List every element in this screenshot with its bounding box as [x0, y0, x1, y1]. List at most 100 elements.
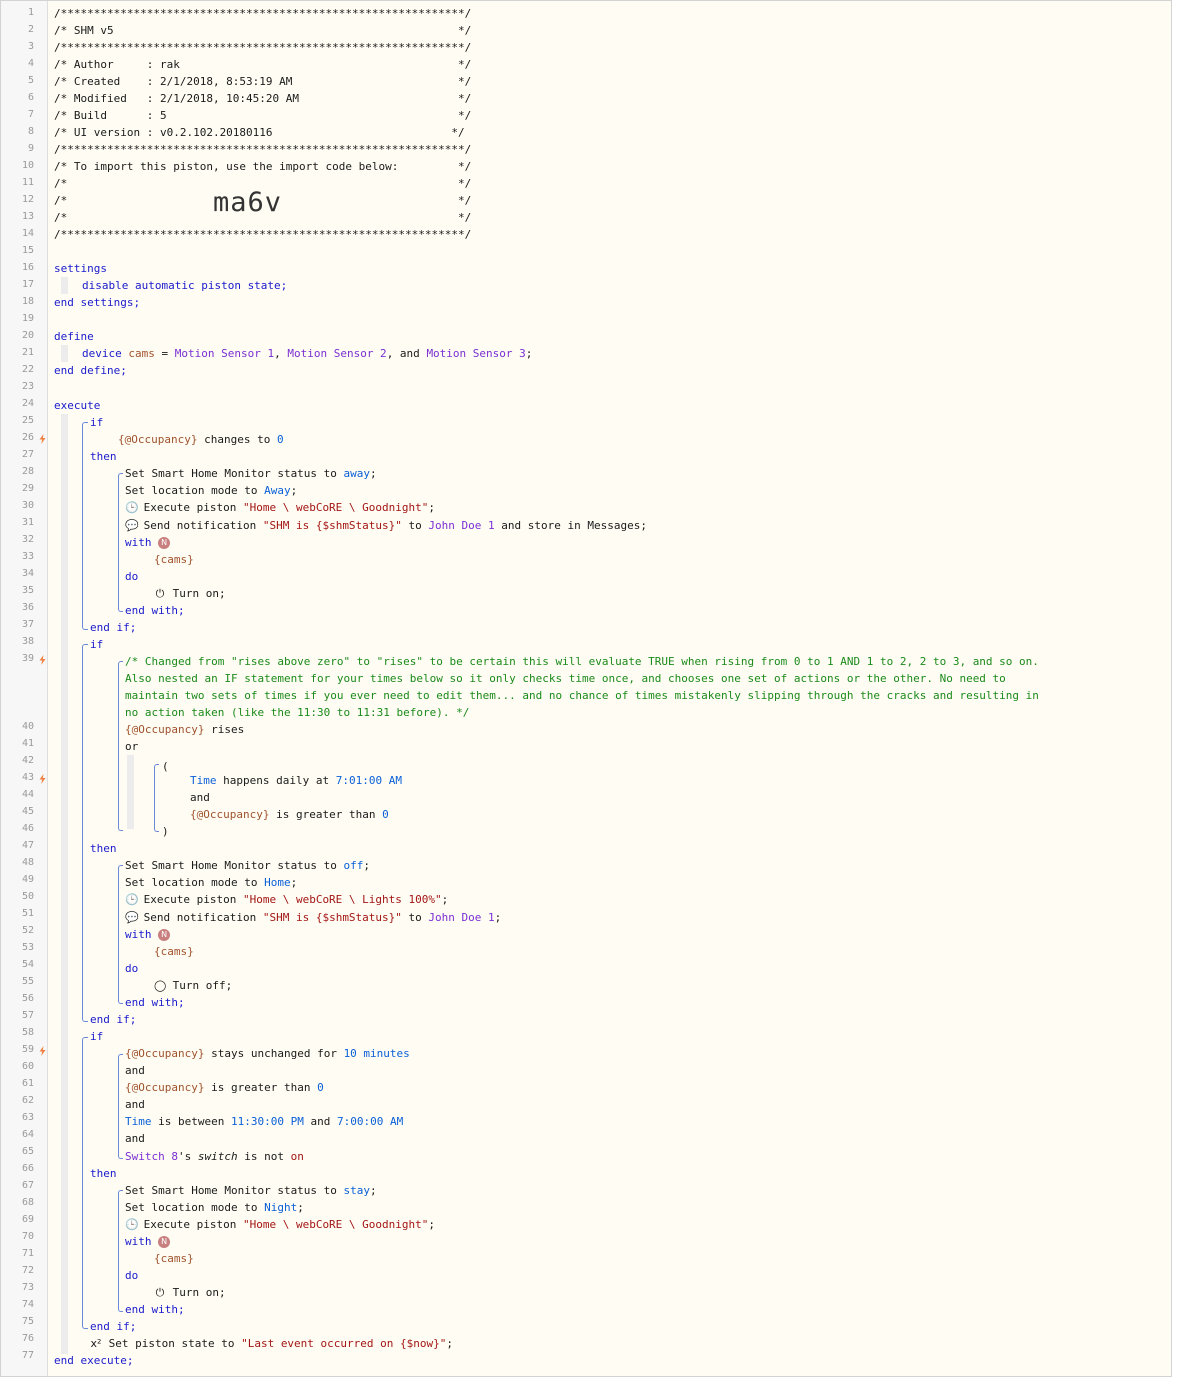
line-number: 44: [21, 789, 34, 800]
line-number: 68: [21, 1197, 34, 1208]
header-created: /* Created : 2/1/2018, 8:53:19 AM */: [54, 75, 472, 88]
condition-switch-not-on[interactable]: Switch 8's switch is not on: [125, 1148, 304, 1165]
settings-open[interactable]: settings: [54, 260, 107, 277]
device-motion-sensor-3: Motion Sensor 3: [426, 347, 526, 360]
header-blank: /* */: [54, 211, 472, 224]
line-number: 51: [21, 908, 34, 919]
with-keyword[interactable]: with N: [125, 926, 171, 943]
line-number: 9: [27, 143, 34, 154]
line-number: 72: [21, 1265, 34, 1276]
line-number: 41: [21, 738, 34, 749]
line-number: 43: [21, 772, 34, 783]
line-number: 23: [21, 381, 34, 392]
line-number: 45: [21, 806, 34, 817]
power-off-icon: ◯: [154, 979, 167, 992]
action-execute-piston[interactable]: 🕒 Execute piston "Home \ webCoRE \ Light…: [125, 891, 448, 908]
header-title: /* SHM v5 */: [54, 24, 472, 37]
condition-occupancy-changes[interactable]: {@Occupancy} changes to 0: [118, 431, 284, 448]
trigger-bolt-icon: [39, 1046, 46, 1056]
action-set-shm-stay[interactable]: Set Smart Home Monitor status to stay;: [125, 1182, 377, 1199]
with-devices[interactable]: {cams}: [154, 943, 194, 960]
do-keyword: do: [125, 1269, 139, 1282]
with-devices[interactable]: {cams}: [154, 1250, 194, 1267]
header-border: /***************************************…: [54, 41, 472, 54]
condition-occupancy-rises[interactable]: {@Occupancy} rises: [125, 721, 244, 738]
line-number: 56: [21, 993, 34, 1004]
device-definition[interactable]: device cams = Motion Sensor 1, Motion Se…: [82, 345, 532, 362]
action-turn-on[interactable]: ⏻ Turn on;: [154, 1284, 226, 1301]
action-turn-on[interactable]: ⏻ Turn on;: [154, 585, 226, 602]
comment-line[interactable]: Also nested an IF statement for your tim…: [125, 670, 1006, 687]
settings-body[interactable]: disable automatic piston state;: [82, 277, 287, 294]
execute-open[interactable]: execute: [54, 397, 100, 414]
with-keyword[interactable]: with N: [125, 534, 171, 551]
if-keyword[interactable]: if: [90, 636, 103, 653]
condition-occupancy-greater[interactable]: {@Occupancy} is greater than 0: [125, 1079, 324, 1096]
line-number: 57: [21, 1010, 34, 1021]
chat-bubble-icon: 💬: [125, 519, 139, 532]
line-number: 25: [21, 415, 34, 426]
line-number: 70: [21, 1231, 34, 1242]
line-number: 27: [21, 449, 34, 460]
line-number: 24: [21, 398, 34, 409]
if-keyword[interactable]: if: [90, 1028, 103, 1045]
line-number: 37: [21, 619, 34, 630]
condition-time-between[interactable]: Time is between 11:30:00 PM and 7:00:00 …: [125, 1113, 403, 1130]
and-operator[interactable]: and: [190, 789, 210, 806]
line-number: 22: [21, 364, 34, 375]
condition-occupancy-unchanged[interactable]: {@Occupancy} stays unchanged for 10 minu…: [125, 1045, 410, 1062]
and-operator[interactable]: and: [125, 1096, 145, 1113]
end-if: end if;: [90, 1320, 137, 1333]
line-number: 53: [21, 942, 34, 953]
condition-time-daily[interactable]: Time happens daily at 7:01:00 AM: [190, 772, 402, 789]
power-icon: ⏻: [155, 587, 165, 600]
or-operator[interactable]: or: [125, 738, 138, 755]
action-set-mode-home[interactable]: Set location mode to Home;: [125, 874, 297, 891]
and-operator[interactable]: and: [125, 1130, 145, 1147]
comment-line[interactable]: maintain two sets of times if you ever n…: [125, 687, 1039, 704]
with-devices[interactable]: {cams}: [154, 551, 194, 568]
end-if: end if;: [90, 621, 137, 634]
action-set-shm-away[interactable]: Set Smart Home Monitor status to away;: [125, 465, 377, 482]
line-number: 61: [21, 1078, 34, 1089]
with-keyword[interactable]: with N: [125, 1233, 171, 1250]
condition-occupancy-greater[interactable]: {@Occupancy} is greater than 0: [190, 806, 389, 823]
n-badge: N: [158, 929, 171, 941]
comment-line[interactable]: /* Changed from "rises above zero" to "r…: [125, 653, 1039, 670]
if-keyword[interactable]: if: [90, 414, 103, 431]
line-number: 75: [21, 1316, 34, 1327]
trigger-bolt-icon: [39, 774, 46, 784]
header-build: /* Build : 5 */: [54, 109, 472, 122]
define-close: end define;: [54, 364, 127, 377]
action-turn-off[interactable]: ◯ Turn off;: [154, 977, 232, 994]
comment-line[interactable]: no action taken (like the 11:30 to 11:31…: [125, 704, 469, 721]
action-execute-piston[interactable]: 🕒 Execute piston "Home \ webCoRE \ Goodn…: [125, 1216, 435, 1233]
action-send-notification[interactable]: 💬 Send notification "SHM is {$shmStatus}…: [125, 909, 501, 926]
action-set-piston-state[interactable]: x² Set piston state to "Last event occur…: [90, 1335, 453, 1352]
line-number: 17: [21, 279, 34, 290]
action-set-mode-away[interactable]: Set location mode to Away;: [125, 482, 297, 499]
line-number: 47: [21, 840, 34, 851]
line-number: 58: [21, 1027, 34, 1038]
line-number: 77: [21, 1350, 34, 1361]
action-execute-piston[interactable]: 🕒 Execute piston "Home \ webCoRE \ Goodn…: [125, 499, 435, 516]
line-number-gutter: 1 2 3 4 5 6 7 8 9 10 11 12 13 14 15 16 17 18 19 20 21 22 23 24 2…: [1, 1, 48, 1376]
line-number: 36: [21, 602, 34, 613]
line-number: 39: [21, 653, 34, 664]
define-open[interactable]: define: [54, 328, 94, 345]
line-number: 42: [21, 755, 34, 766]
close-paren: ): [162, 825, 169, 838]
then-keyword: then: [90, 842, 117, 855]
header-border: /***************************************…: [54, 143, 472, 156]
action-set-mode-night[interactable]: Set location mode to Night;: [125, 1199, 304, 1216]
execute-close: end execute;: [54, 1354, 134, 1367]
line-number: 40: [21, 721, 34, 732]
end-if: end if;: [90, 1013, 137, 1026]
header-modified: /* Modified : 2/1/2018, 10:45:20 AM */: [54, 92, 472, 105]
line-number: 52: [21, 925, 34, 936]
header-border: /***************************************…: [54, 7, 472, 20]
action-send-notification[interactable]: 💬 Send notification "SHM is {$shmStatus}…: [125, 517, 647, 534]
line-number: 12: [21, 194, 34, 205]
action-set-shm-off[interactable]: Set Smart Home Monitor status to off;: [125, 857, 370, 874]
and-operator[interactable]: and: [125, 1062, 145, 1079]
